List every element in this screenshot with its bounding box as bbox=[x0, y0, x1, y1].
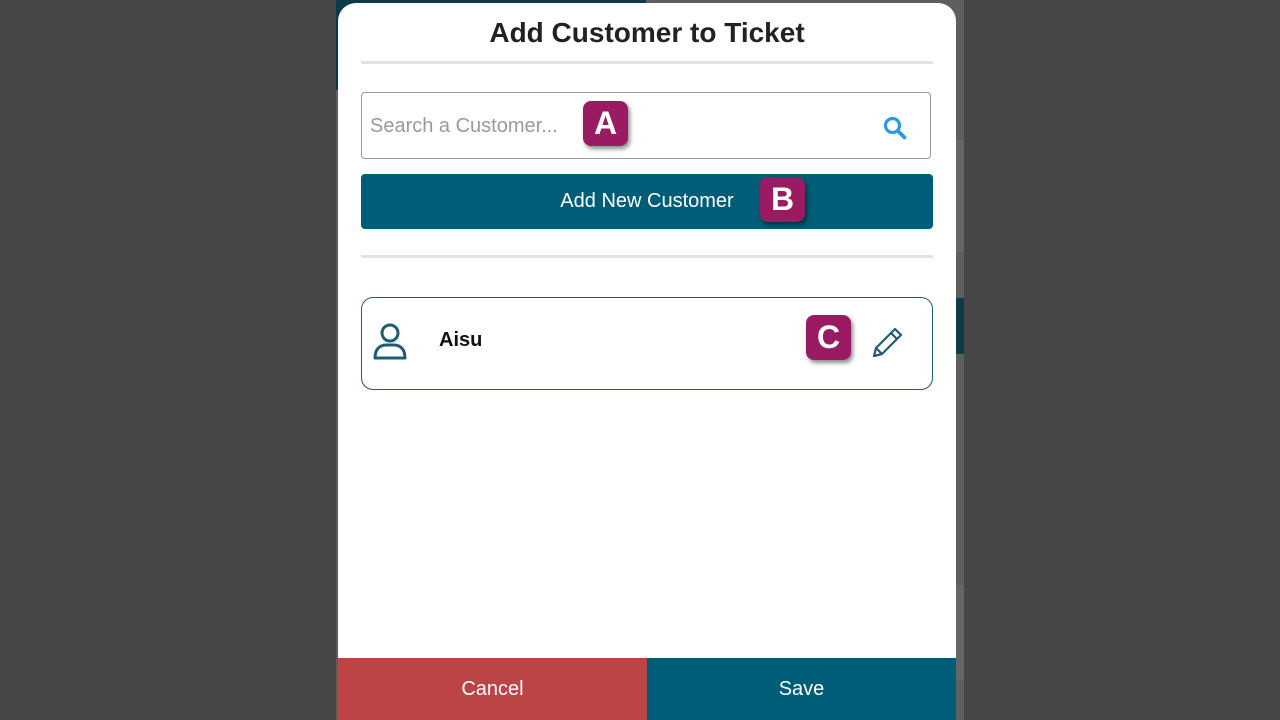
add-new-customer-button[interactable]: Add New Customer bbox=[361, 174, 933, 229]
annotation-badge-b: B bbox=[760, 177, 805, 222]
title-divider bbox=[361, 61, 933, 64]
annotation-badge-c: C bbox=[806, 315, 851, 360]
pencil-icon[interactable] bbox=[868, 324, 906, 362]
annotation-badge-a: A bbox=[583, 101, 628, 146]
user-icon bbox=[373, 323, 407, 360]
customer-search-field[interactable] bbox=[361, 92, 931, 159]
cancel-button[interactable]: Cancel bbox=[338, 658, 647, 720]
modal-title: Add Customer to Ticket bbox=[489, 17, 805, 48]
search-icon[interactable] bbox=[882, 115, 908, 141]
section-divider bbox=[361, 255, 933, 258]
save-button[interactable]: Save bbox=[647, 658, 956, 720]
add-customer-modal: Add Customer to Ticket Add New Customer … bbox=[338, 3, 956, 720]
customer-name: Aisu bbox=[439, 329, 483, 351]
